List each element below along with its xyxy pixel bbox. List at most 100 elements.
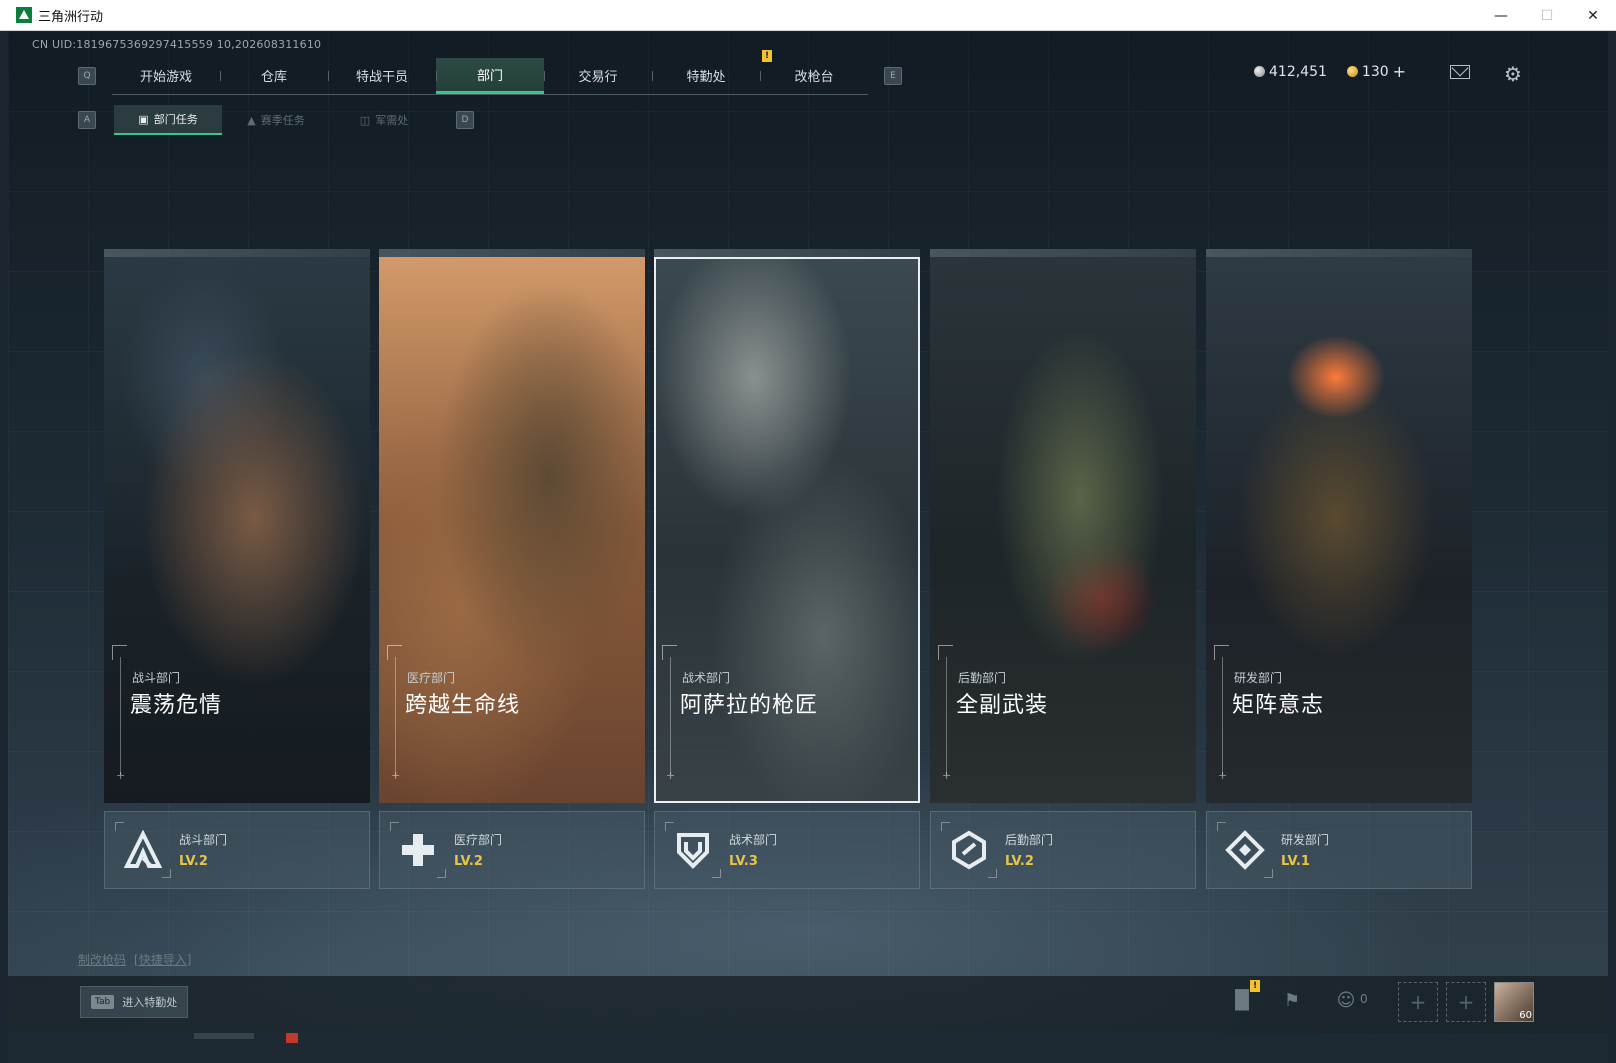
card-info[interactable]: 后勤部门 LV.2 [930,811,1196,889]
friends-icon[interactable]: ☺ [1334,988,1358,1012]
window-titlebar: 三角洲行动 — ☐ ✕ [0,0,1616,31]
hexagon-icon [941,822,997,878]
card-info[interactable]: 战斗部门 LV.2 [104,811,370,889]
gear-icon[interactable]: ⚙ [1504,62,1522,86]
taskbar-fragment [8,1033,1608,1063]
department-level: LV.2 [454,854,483,869]
team-slot-add-button[interactable]: + [1398,982,1438,1022]
gunsmith-code-link[interactable]: 制改枪码 [78,953,126,967]
card-art[interactable]: 后勤部门 全副武装 + [930,257,1196,803]
info-department-label: 研发部门 [1281,833,1330,847]
tab-key-hint: Tab [91,995,115,1009]
card-strip [654,249,920,257]
subnav-key-left[interactable]: A [78,111,96,129]
card-art[interactable]: 战斗部门 震荡危情 + [104,257,370,803]
card-plus-mark: + [1218,769,1228,782]
card-title: 跨越生命线 [405,693,521,718]
card-department-label: 医疗部门 [407,671,456,685]
friends-count: 0 [1360,992,1368,1006]
top-nav: Q 开始游戏 仓库 特战干员 部门 交易行 特勤处! 改枪台 E [78,49,902,95]
card-line [670,657,671,775]
avatar-level: 60 [1519,1010,1532,1021]
mail-icon[interactable] [1450,65,1470,79]
add-currency-button[interactable]: + [1393,62,1406,81]
card-art[interactable]: 战术部门 阿萨拉的枪匠 + [654,257,920,803]
close-button[interactable]: ✕ [1570,0,1616,31]
tab-gunsmith[interactable]: 改枪台 [760,58,868,94]
department-card-research[interactable]: 研发部门 矩阵意志 + 研发部门 LV.1 [1206,249,1472,889]
taskbar-badge [286,1033,298,1043]
department-level: LV.2 [179,854,208,869]
tab-special-ops[interactable]: 特勤处! [652,49,772,94]
card-title: 矩阵意志 [1232,693,1325,718]
nav-key-left[interactable]: Q [78,67,96,85]
silver-amount: 412,451 [1269,63,1327,80]
medical-cross-icon [390,822,446,878]
window-controls: — ☐ ✕ [1478,0,1616,31]
minimize-button[interactable]: — [1478,0,1524,31]
game-viewport: CN UID:1819675369297415559 10,2026083116… [8,31,1608,1063]
department-card-tactical[interactable]: 战术部门 阿萨拉的枪匠 + 战术部门 LV.3 [654,249,920,889]
subtab-season-tasks[interactable]: ▲ 赛季任务 [222,105,330,135]
diamond-icon [1217,822,1273,878]
maximize-button[interactable]: ☐ [1524,0,1570,31]
card-title: 震荡危情 [130,693,223,718]
card-plus-mark: + [116,769,126,782]
tab-warehouse[interactable]: 仓库 [220,58,328,94]
subtab-department-tasks[interactable]: ▣ 部门任务 [114,105,222,135]
shield-icon [665,822,721,878]
enter-special-ops-button[interactable]: Tab 进入特勤处 [80,986,189,1018]
card-line [395,657,396,775]
card-plus-mark: + [666,769,676,782]
card-art[interactable]: 研发部门 矩阵意志 + [1206,257,1472,803]
window-title: 三角洲行动 [38,9,104,25]
supply-icon: ◫ [359,113,371,127]
info-department-label: 战斗部门 [179,833,228,847]
app-logo-icon [16,7,32,23]
taskbar-item [194,1033,254,1039]
info-department-label: 战术部门 [729,833,778,847]
flag-icon[interactable]: ⚑ [1280,988,1304,1012]
task-icon: ▣ [138,112,149,126]
card-department-label: 后勤部门 [958,671,1007,685]
tab-start-game[interactable]: 开始游戏 [112,58,220,94]
department-level: LV.2 [1005,854,1034,869]
department-level: LV.1 [1281,854,1310,869]
gold-amount: 130 [1361,63,1389,80]
card-department-label: 战术部门 [682,671,731,685]
department-card-logistics[interactable]: 后勤部门 全副武装 + 后勤部门 LV.2 [930,249,1196,889]
card-line [946,657,947,775]
avatar[interactable]: 60 [1494,982,1534,1022]
card-plus-mark: + [942,769,952,782]
department-card-combat[interactable]: 战斗部门 震荡危情 + 战斗部门 LV.2 [104,249,370,889]
tab-operators[interactable]: 特战干员 [328,58,436,94]
tab-departments[interactable]: 部门 [436,57,544,94]
stats-badge: ! [1250,980,1260,992]
gunsmith-links: 制改枪码 [快捷导入] [78,951,199,968]
uid-text: CN UID:1819675369297415559 10,2026083116… [32,38,322,51]
team-slot-add-button[interactable]: + [1446,982,1486,1022]
sub-tabs: ▣ 部门任务 ▲ 赛季任务 ◫ 军需处 [114,105,438,135]
gold-coin-icon [1346,66,1358,77]
subtab-supply[interactable]: ◫ 军需处 [330,105,438,135]
combat-icon [115,822,171,878]
card-department-label: 战斗部门 [132,671,181,685]
subnav-key-right[interactable]: D [456,111,474,129]
nav-key-right[interactable]: E [884,67,902,85]
enter-special-ops-label: 进入特勤处 [122,996,178,1009]
season-icon: ▲ [247,113,256,127]
card-strip [379,249,645,257]
card-info[interactable]: 战术部门 LV.3 [654,811,920,889]
quick-import-link[interactable]: [快捷导入] [134,953,191,967]
card-strip [104,249,370,257]
info-department-label: 后勤部门 [1005,833,1054,847]
card-info[interactable]: 研发部门 LV.1 [1206,811,1472,889]
card-info[interactable]: 医疗部门 LV.2 [379,811,645,889]
department-level: LV.3 [729,854,758,869]
card-art[interactable]: 医疗部门 跨越生命线 + [379,257,645,803]
card-line [120,657,121,775]
card-strip [1206,249,1472,257]
tab-trading[interactable]: 交易行 [544,58,652,94]
silver-coin-icon [1254,66,1265,77]
department-card-medical[interactable]: 医疗部门 跨越生命线 + 医疗部门 LV.2 [379,249,645,889]
